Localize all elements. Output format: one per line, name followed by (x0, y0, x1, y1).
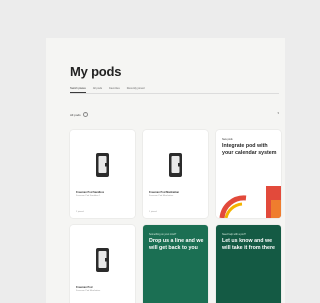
cta-kicker: Something on your mind? (149, 233, 177, 236)
pods-panel: My pods Switch places All pods Favorites… (46, 38, 285, 303)
cta-title: Let us know and we will take it from the… (222, 238, 275, 252)
pod-subtitle: Freeman Pod Manhattan (76, 290, 101, 292)
pod-subtitle: Freeman Pod Sandbox 1 (76, 195, 101, 197)
pod-card[interactable]: Freeman Pod Sandbox Freeman Pod Sandbox … (70, 130, 135, 218)
pod-icon (96, 248, 109, 272)
pod-name: Freeman Pod (76, 286, 93, 289)
promo-title: Integrate pod with your calendar system (222, 143, 277, 156)
pod-status: 1 joined (149, 211, 157, 213)
sort-icon[interactable]: ▾ (277, 111, 279, 115)
help-card[interactable]: Need help with a pod? Let us know and we… (216, 225, 281, 303)
info-icon: i (82, 112, 88, 117)
pod-name: Freeman Pod Sandbox (76, 191, 105, 194)
tab-divider (70, 93, 279, 94)
pod-card[interactable]: Freeman Pod Manhattan Freeman Pod Manhat… (143, 130, 208, 218)
pod-status: 2 joined (76, 211, 84, 213)
promo-kicker: New pods (222, 138, 233, 141)
cta-title: Drop us a line and we will get back to y… (149, 238, 204, 252)
pod-card[interactable]: Freeman Pod Freeman Pod Manhattan (70, 225, 135, 303)
page-title: My pods (70, 64, 122, 79)
pod-subtitle: Freeman Pod Manhattan (149, 195, 174, 197)
pod-name: Freeman Pod Manhattan (149, 191, 180, 194)
contact-us-card[interactable]: Something on your mind? Drop us a line a… (143, 225, 208, 303)
pod-icon (96, 153, 109, 177)
calendar-promo-card[interactable]: New pods Integrate pod with your calenda… (216, 130, 281, 218)
pod-icon (169, 153, 182, 177)
cta-kicker: Need help with a pod? (222, 233, 246, 236)
filter-dropdown[interactable]: All pods i (70, 112, 88, 117)
filter-label: All pods (70, 112, 81, 117)
calendar-art-icon (219, 186, 281, 218)
